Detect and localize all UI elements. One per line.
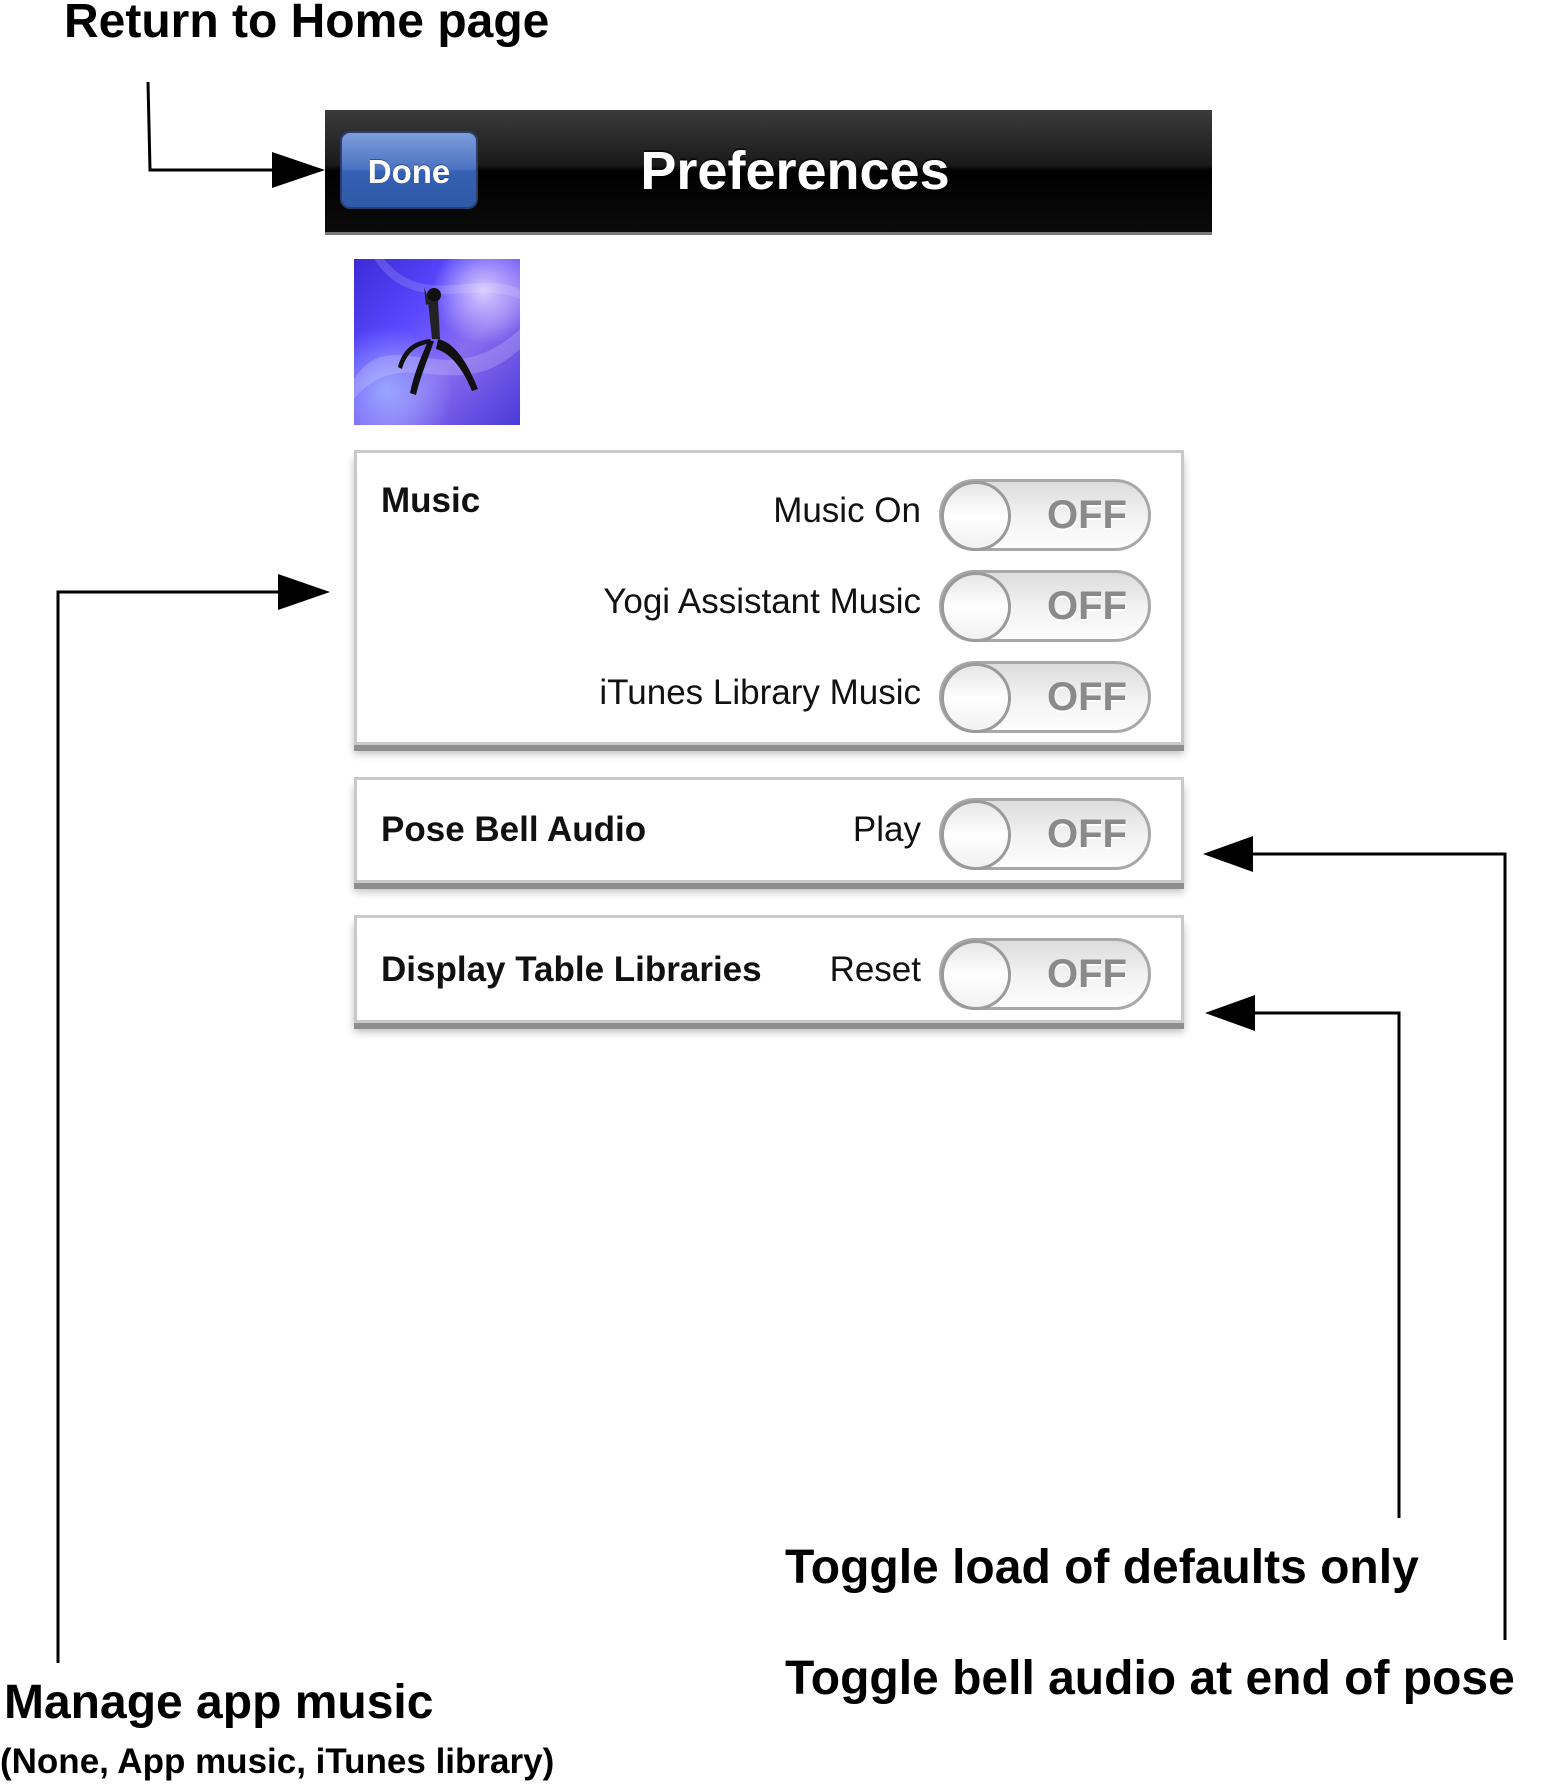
display-table-libraries-switch-state: OFF bbox=[1047, 952, 1127, 996]
manage-music-arrowhead bbox=[278, 574, 330, 610]
page-title: Preferences bbox=[640, 141, 950, 201]
switch-knob bbox=[941, 572, 1011, 642]
pose-bell-audio-row: Pose Bell Audio Play OFF bbox=[357, 790, 1181, 870]
annotation-toggle-bell: Toggle bell audio at end of pose bbox=[785, 1652, 1515, 1705]
pose-bell-audio-label: Play bbox=[852, 810, 921, 849]
display-table-libraries-title: Display Table Libraries bbox=[381, 950, 762, 989]
itunes-library-music-row: iTunes Library Music OFF bbox=[357, 653, 1181, 733]
navigation-bar: Done Preferences bbox=[325, 110, 1212, 235]
annotation-return-home: Return to Home page bbox=[64, 0, 550, 48]
yogi-assistant-music-switch[interactable]: OFF bbox=[939, 570, 1151, 642]
display-table-libraries-switch[interactable]: OFF bbox=[939, 938, 1151, 1010]
annotation-toggle-defaults: Toggle load of defaults only bbox=[785, 1541, 1419, 1594]
yogi-assistant-music-switch-state: OFF bbox=[1047, 584, 1127, 628]
display-table-libraries-row: Display Table Libraries Reset OFF bbox=[357, 930, 1181, 1010]
annotation-manage-music: Manage app music bbox=[4, 1676, 434, 1729]
music-on-row: Music On OFF bbox=[357, 471, 1181, 551]
defaults-arrow bbox=[1245, 1011, 1401, 1518]
pose-bell-audio-switch[interactable]: OFF bbox=[939, 798, 1151, 870]
yogi-assistant-music-label: Yogi Assistant Music bbox=[603, 582, 921, 621]
return-home-arrow bbox=[146, 81, 280, 172]
switch-knob bbox=[941, 663, 1011, 733]
pose-bell-audio-group: Pose Bell Audio Play OFF bbox=[354, 777, 1184, 883]
defaults-arrowhead bbox=[1205, 995, 1255, 1031]
music-on-label: Music On bbox=[773, 491, 921, 530]
itunes-library-music-switch[interactable]: OFF bbox=[939, 661, 1151, 733]
bell-audio-arrowhead bbox=[1203, 836, 1253, 872]
yoga-pose-icon bbox=[354, 259, 520, 425]
display-table-libraries-group: Display Table Libraries Reset OFF bbox=[354, 915, 1184, 1023]
music-on-switch[interactable]: OFF bbox=[939, 479, 1151, 551]
display-table-libraries-label: Reset bbox=[829, 950, 921, 989]
pose-bell-audio-switch-state: OFF bbox=[1047, 812, 1127, 856]
bell-audio-arrow bbox=[1245, 852, 1507, 1640]
return-home-arrowhead bbox=[272, 152, 325, 188]
pose-bell-audio-title: Pose Bell Audio bbox=[381, 810, 647, 849]
switch-knob bbox=[941, 940, 1011, 1010]
yogi-assistant-music-row: Yogi Assistant Music OFF bbox=[357, 562, 1181, 642]
itunes-library-music-switch-state: OFF bbox=[1047, 675, 1127, 719]
music-on-switch-state: OFF bbox=[1047, 493, 1127, 537]
annotation-manage-music-sub: (None, App music, iTunes library) bbox=[0, 1742, 555, 1781]
itunes-library-music-label: iTunes Library Music bbox=[599, 673, 921, 712]
switch-knob bbox=[941, 481, 1011, 551]
music-settings-group: Music Music On OFF Yogi Assistant Music … bbox=[354, 450, 1184, 745]
annotation-arrows bbox=[56, 81, 1507, 1663]
manage-music-arrow bbox=[56, 590, 285, 1663]
done-button[interactable]: Done bbox=[340, 131, 478, 209]
switch-knob bbox=[941, 800, 1011, 870]
